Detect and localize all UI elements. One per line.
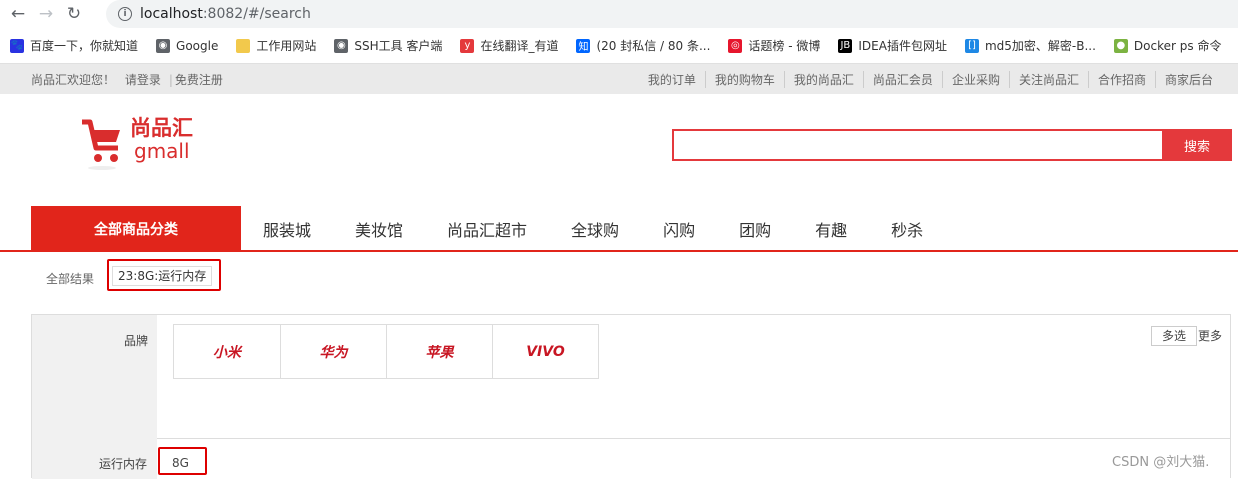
back-arrow-icon[interactable]: ← [4,0,32,28]
bookmark-label: IDEA插件包网址 [858,39,947,53]
runoob-icon: ● [1113,38,1128,53]
brand-row: 品牌 小米 华为 苹果 VIVO 多选 更多 [32,315,1230,439]
zhihu-icon: 知 [576,38,591,53]
nav-item[interactable]: 团购 [739,217,771,241]
nav-item[interactable]: 有趣 [815,217,847,241]
folder-icon [236,38,251,53]
brand-item[interactable]: 小米 [174,325,280,378]
bookmark-item[interactable]: ◉ SSH工具 客户端 [334,37,442,54]
bookmark-item[interactable]: 工作用网站 [236,37,316,54]
watermark: CSDN @刘大猫. [1112,455,1210,470]
bookmark-label: SSH工具 客户端 [354,39,443,53]
multi-select-button[interactable]: 多选 [1151,326,1197,346]
brand-item[interactable]: VIVO [492,325,598,378]
memory-key: 运行内存 [32,439,157,479]
nav-item[interactable]: 尚品汇超市 [447,217,527,241]
login-link[interactable]: 请登录 [125,73,161,87]
top-link[interactable]: 我的购物车 [704,70,784,88]
top-link[interactable]: 合作招商 [1087,70,1155,88]
filter-panel: 品牌 小米 华为 苹果 VIVO 多选 更多 运行内存 [31,314,1231,479]
all-results-label: 全部结果 [46,272,95,286]
brand-key: 品牌 [32,315,157,439]
bookmark-item[interactable]: ◉ Google [156,38,219,53]
nav-item[interactable]: 服装城 [263,217,311,241]
url-host: localhost [140,6,203,22]
bracket-icon: [] [964,38,979,53]
baidu-paw-icon: 🐾 [10,38,24,53]
info-icon[interactable]: i [118,7,132,21]
cart-logo-icon [82,119,120,170]
welcome-text: 尚品汇欢迎您！ [31,72,116,87]
search-input[interactable] [672,129,1162,161]
top-link[interactable]: 我的订单 [639,71,705,88]
top-link[interactable]: 我的尚品汇 [783,70,863,88]
forward-arrow-icon[interactable]: → [32,0,60,28]
bookmark-item[interactable]: ● Docker ps 命令 [1113,37,1222,54]
reload-icon[interactable]: ↻ [60,0,88,28]
browser-toolbar: ← → ↻ i localhost:8082/#/search [0,0,1238,28]
memory-row: 运行内存 [32,439,1230,479]
top-link[interactable]: 关注尚品汇 [1008,70,1088,88]
bookmarks-bar: 🐾 百度一下，你就知道 ◉ Google 工作用网站 ◉ SSH工具 客户端 y 在线翻译_有道… [0,28,1238,64]
divider: | [168,72,173,87]
top-links: 我的订单 我的购物车 我的尚品汇 尚品汇会员 企业采购 关注尚品汇 合作招商 商家后台 [639,70,1222,88]
bookmark-item[interactable]: ◎ 话题榜 - 微博 [728,37,820,54]
bookmark-label: Docker ps 命令 [1133,39,1222,53]
all-categories-button[interactable]: 全部商品分类 [31,206,241,252]
brand-item[interactable]: 苹果 [386,325,492,378]
jetbrains-icon: JB [838,38,853,53]
memory-value[interactable]: 8G [172,456,189,470]
youdao-icon: y [460,38,475,53]
nav-item[interactable]: 全球购 [571,217,619,241]
bookmark-label: 话题榜 - 微博 [748,39,821,53]
weibo-icon: ◎ [728,38,743,53]
filter-chip[interactable]: 23:8G:运行内存 [112,266,213,286]
bookmark-label: (20 封私信 / 80 条... [596,39,711,53]
more-link[interactable]: 更多 [1198,327,1222,344]
register-link[interactable]: 免费注册 [175,73,223,87]
globe-icon: ◉ [156,38,171,53]
brand-label: 品牌 [124,334,149,348]
search-button[interactable]: 搜索 [1162,129,1232,161]
logo-en-text: gmall [134,139,190,163]
main-nav: 全部商品分类 服装城 美妆馆 尚品汇超市 全球购 闪购 团购 有趣 秒杀 [0,206,1238,252]
address-bar[interactable]: i localhost:8082/#/search [106,0,1238,28]
breadcrumb: 全部结果 23:8G:运行内存 [0,252,1238,298]
bookmark-label: 百度一下，你就知道 [30,39,139,53]
bookmark-label: md5加密、解密-B... [984,39,1096,53]
brand-item[interactable]: 华为 [280,325,386,378]
site-header: 尚品汇 gmall 搜索 [0,94,1238,206]
bookmark-item[interactable]: [] md5加密、解密-B... [964,37,1096,54]
top-link[interactable]: 尚品汇会员 [862,70,942,88]
logo-cn-text: 尚品汇 [130,116,193,140]
nav-item[interactable]: 美妆馆 [355,217,403,241]
url-path: :8082/#/search [202,6,311,22]
nav-item[interactable]: 秒杀 [891,217,923,241]
top-link[interactable]: 企业采购 [941,70,1009,88]
memory-label: 运行内存 [99,457,148,471]
site-logo[interactable]: 尚品汇 gmall [80,116,193,172]
brand-list: 小米 华为 苹果 VIVO [173,324,599,379]
bookmark-label: Google [176,38,219,53]
search-bar: 搜索 [672,129,1232,161]
bookmark-item[interactable]: 知 (20 封私信 / 80 条... [576,37,710,54]
nav-items: 服装城 美妆馆 尚品汇超市 全球购 闪购 团购 有趣 秒杀 [263,206,967,252]
nav-item[interactable]: 闪购 [663,217,695,241]
top-link[interactable]: 商家后台 [1154,70,1222,88]
globe-icon: ◉ [334,38,349,53]
site-topbar: 尚品汇欢迎您！ 请登录 | 免费注册 我的订单 我的购物车 我的尚品汇 尚品汇会员 企业采购… [0,64,1238,94]
bookmark-label: 工作用网站 [256,39,317,53]
bookmark-item[interactable]: JB IDEA插件包网址 [838,37,947,54]
bookmark-item[interactable]: 🐾 百度一下，你就知道 [10,37,138,54]
bookmark-item[interactable]: y 在线翻译_有道 [460,37,558,54]
bookmark-label: 在线翻译_有道 [480,39,559,53]
